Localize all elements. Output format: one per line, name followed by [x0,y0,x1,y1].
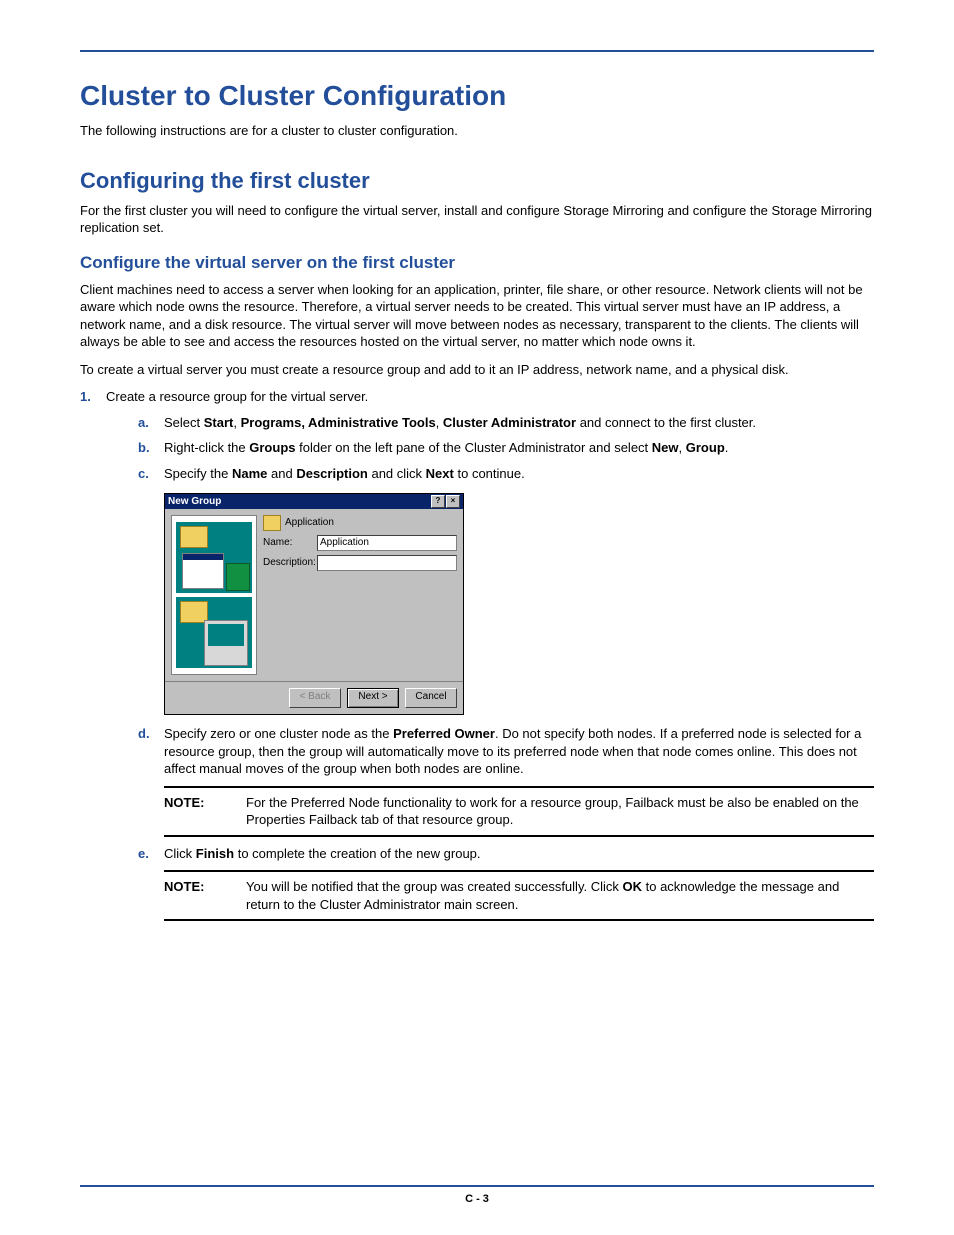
note-label: NOTE: [164,794,246,829]
subsection-text-2: To create a virtual server you must crea… [80,361,874,379]
intro-text: The following instructions are for a clu… [80,122,874,140]
description-field[interactable] [317,555,457,571]
note-box: NOTE: For the Preferred Node functionali… [164,786,874,837]
page-title: Cluster to Cluster Configuration [80,80,874,112]
subsection-text-1: Client machines need to access a server … [80,281,874,351]
substep-marker: a. [138,414,164,432]
substep-marker: c. [138,465,164,483]
note-label: NOTE: [164,878,246,913]
name-label: Name: [263,536,317,550]
cancel-button[interactable]: Cancel [405,688,457,708]
substep-marker: b. [138,439,164,457]
help-icon[interactable]: ? [431,495,445,508]
section-heading: Configuring the first cluster [80,168,874,194]
substep-text: Specify zero or one cluster node as the … [164,725,874,778]
section-text: For the first cluster you will need to c… [80,202,874,237]
subsection-heading: Configure the virtual server on the firs… [80,253,874,273]
dialog-title: New Group [168,495,431,509]
note-text: You will be notified that the group was … [246,878,874,913]
substep-marker: d. [138,725,164,778]
description-label: Description: [263,556,317,570]
folder-icon [263,515,281,531]
back-button: < Back [289,688,341,708]
step-text: Create a resource group for the virtual … [106,389,368,404]
step-number: 1. [80,388,106,927]
substep-text: Select Start, Programs, Administrative T… [164,414,874,432]
dialog-artwork [171,515,257,675]
substep-text: Right-click the Groups folder on the lef… [164,439,874,457]
name-field[interactable]: Application [317,535,457,551]
substep-marker: e. [138,845,164,863]
dialog-heading: Application [285,516,334,530]
substep-text: Specify the Name and Description and cli… [164,465,874,483]
note-box: NOTE: You will be notified that the grou… [164,870,874,921]
substep-text: Click Finish to complete the creation of… [164,845,874,863]
note-text: For the Preferred Node functionality to … [246,794,874,829]
close-icon[interactable]: × [446,495,460,508]
next-button[interactable]: Next > [347,688,399,708]
page-footer: C - 3 [80,1185,874,1205]
new-group-dialog: New Group ? × [164,493,464,716]
